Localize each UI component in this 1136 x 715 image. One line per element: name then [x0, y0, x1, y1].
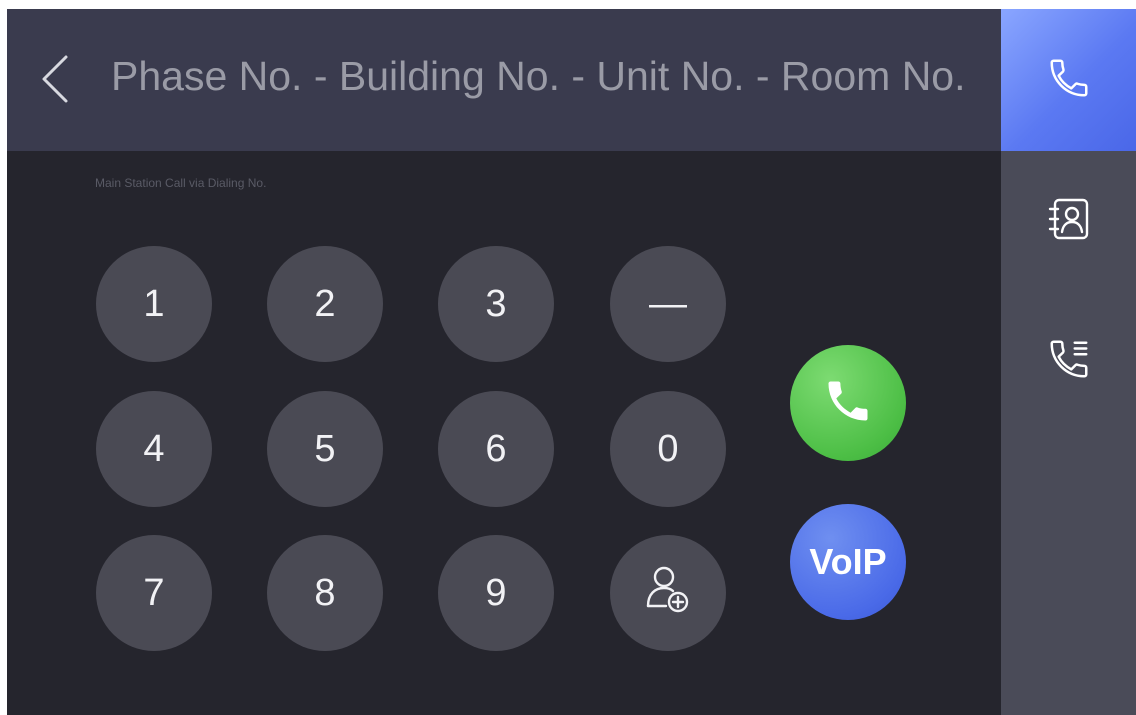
key-0[interactable]: 0	[610, 391, 726, 507]
phone-icon	[1046, 55, 1092, 106]
back-button[interactable]	[33, 51, 77, 111]
key-3[interactable]: 3	[438, 246, 554, 362]
dial-input-placeholder[interactable]: Phase No. - Building No. - Unit No. - Ro…	[111, 53, 966, 100]
page-subtitle: Main Station Call via Dialing No.	[95, 176, 267, 190]
key-9[interactable]: 9	[438, 535, 554, 651]
header-bar: Phase No. - Building No. - Unit No. - Ro…	[7, 9, 1001, 151]
add-contact-button[interactable]	[610, 535, 726, 651]
sidebar-item-contacts[interactable]	[1001, 181, 1136, 261]
key-7[interactable]: 7	[96, 535, 212, 651]
key-1[interactable]: 1	[96, 246, 212, 362]
key-5[interactable]: 5	[267, 391, 383, 507]
phone-icon	[822, 375, 874, 432]
sidebar-item-call[interactable]	[1001, 9, 1136, 151]
intercom-screen: Phase No. - Building No. - Unit No. - Ro…	[7, 9, 1136, 715]
call-log-icon	[1046, 336, 1092, 387]
key-6[interactable]: 6	[438, 391, 554, 507]
sidebar	[1001, 9, 1136, 715]
sidebar-item-call-log[interactable]	[1001, 321, 1136, 401]
voip-button[interactable]: VoIP	[790, 504, 906, 620]
key-dash[interactable]: —	[610, 246, 726, 362]
contacts-icon	[1045, 195, 1093, 248]
key-8[interactable]: 8	[267, 535, 383, 651]
chevron-left-icon	[40, 54, 70, 109]
key-4[interactable]: 4	[96, 391, 212, 507]
key-2[interactable]: 2	[267, 246, 383, 362]
add-user-icon	[642, 562, 694, 624]
call-button[interactable]	[790, 345, 906, 461]
